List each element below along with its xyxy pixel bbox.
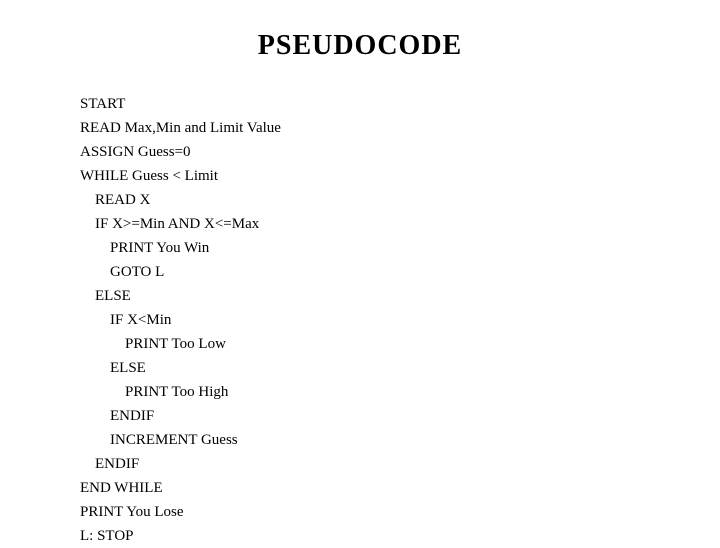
code-line: READ X bbox=[80, 188, 281, 212]
code-line: WHILE Guess < Limit bbox=[80, 164, 281, 188]
code-line: L: STOP bbox=[80, 524, 281, 548]
code-line: READ Max,Min and Limit Value bbox=[80, 116, 281, 140]
pseudocode-block: STARTREAD Max,Min and Limit ValueASSIGN … bbox=[80, 92, 281, 548]
code-line: PRINT You Lose bbox=[80, 500, 281, 524]
code-line: START bbox=[80, 92, 281, 116]
code-line: END WHILE bbox=[80, 476, 281, 500]
code-line: IF X<Min bbox=[80, 308, 281, 332]
code-line: ELSE bbox=[80, 284, 281, 308]
code-line: ASSIGN Guess=0 bbox=[80, 140, 281, 164]
code-line: INCREMENT Guess bbox=[80, 428, 281, 452]
code-line: ENDIF bbox=[80, 404, 281, 428]
code-line: GOTO L bbox=[80, 260, 281, 284]
code-line: PRINT Too Low bbox=[80, 332, 281, 356]
code-line: ELSE bbox=[80, 356, 281, 380]
code-line: IF X>=Min AND X<=Max bbox=[80, 212, 281, 236]
code-line: PRINT You Win bbox=[80, 236, 281, 260]
code-line: ENDIF bbox=[80, 452, 281, 476]
page-title: PSEUDOCODE bbox=[258, 30, 462, 62]
code-line: PRINT Too High bbox=[80, 380, 281, 404]
